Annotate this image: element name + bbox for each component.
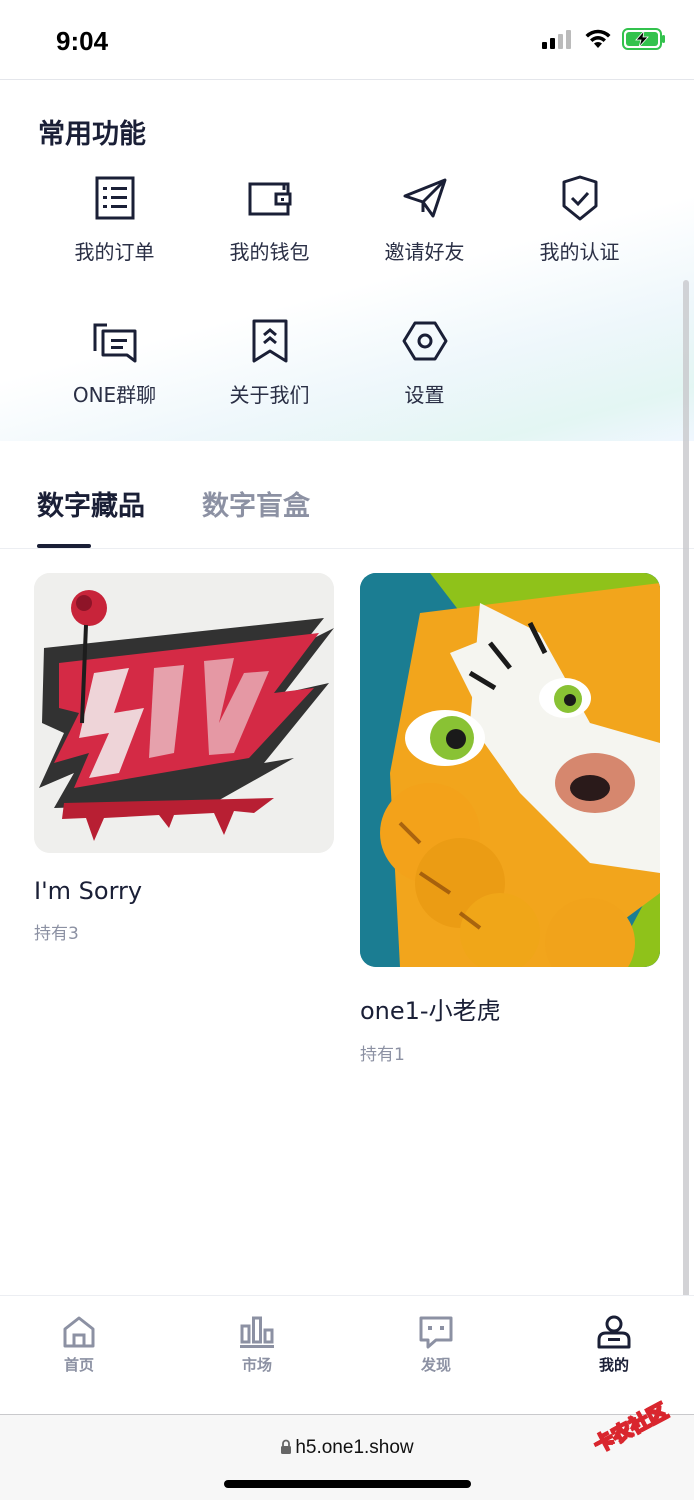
function-about-us[interactable]: 关于我们: [192, 311, 347, 431]
wifi-icon: [585, 29, 611, 48]
function-label: 我的认证: [539, 240, 620, 264]
function-my-verification[interactable]: 我的认证: [502, 168, 657, 288]
url-display[interactable]: h5.one1.show: [0, 1437, 694, 1459]
nav-label: 首页: [63, 1356, 94, 1374]
paper-plane-icon: [403, 178, 446, 218]
nav-label: 发现: [420, 1356, 451, 1374]
scrollbar[interactable]: [683, 280, 689, 1410]
browser-address-bar[interactable]: h5.one1.show: [0, 1414, 694, 1500]
nav-home[interactable]: 首页: [29, 1314, 129, 1375]
function-label: 设置: [404, 383, 445, 407]
nav-label: 市场: [241, 1356, 272, 1374]
function-label: 我的钱包: [229, 240, 310, 264]
status-time: 9:04: [56, 26, 109, 56]
common-functions-title: 常用功能: [38, 119, 146, 150]
function-label: ONE群聊: [72, 383, 157, 407]
market-chart-icon: [240, 1316, 274, 1348]
nav-mine[interactable]: 我的: [564, 1314, 664, 1375]
collection-tabs: 数字藏品 数字盲盒: [0, 476, 694, 549]
bottom-navigation: 首页 市场 发现 我的: [0, 1295, 694, 1413]
home-icon: [63, 1316, 95, 1348]
nav-label: 我的: [598, 1356, 629, 1374]
status-icons: [542, 28, 666, 50]
collectible-holding-count: 持有1: [360, 1045, 405, 1065]
shield-check-icon: [562, 175, 597, 221]
function-one-group-chat[interactable]: ONE群聊: [37, 311, 192, 431]
active-tab-indicator: [37, 544, 91, 548]
sorry-artwork: [34, 573, 334, 853]
nav-market[interactable]: 市场: [207, 1314, 307, 1375]
tiger-artwork: [360, 573, 660, 967]
tab-digital-collectibles[interactable]: 数字藏品: [37, 484, 145, 523]
function-label: 邀请好友: [384, 240, 465, 264]
tab-digital-blind-box[interactable]: 数字盲盒: [202, 484, 310, 523]
group-chat-icon: [93, 323, 136, 363]
collectible-name: I'm Sorry: [34, 877, 143, 905]
collectible-image: [360, 573, 660, 967]
nav-discover[interactable]: 发现: [386, 1314, 486, 1375]
lock-icon: [281, 1439, 292, 1454]
collectible-name: one1-小老虎: [360, 997, 501, 1025]
discover-chat-icon: [419, 1316, 453, 1349]
function-label: 关于我们: [229, 383, 310, 407]
battery-charging-icon: [622, 28, 665, 50]
collectible-image: [34, 573, 334, 853]
bookmark-icon: [252, 319, 287, 363]
status-bar: 9:04: [0, 0, 694, 80]
order-list-icon: [95, 176, 134, 220]
function-label: 我的订单: [74, 240, 155, 264]
profile-icon: [597, 1315, 631, 1349]
hexagon-settings-icon: [402, 321, 447, 361]
collectible-card[interactable]: I'm Sorry 持有3: [34, 573, 334, 944]
collectible-card[interactable]: one1-小老虎 持有1: [360, 573, 660, 1065]
wallet-icon: [248, 182, 291, 216]
function-invite-friends[interactable]: 邀请好友: [347, 168, 502, 288]
function-my-orders[interactable]: 我的订单: [37, 168, 192, 288]
home-indicator[interactable]: [224, 1480, 471, 1488]
collectible-holding-count: 持有3: [34, 924, 79, 944]
url-text: h5.one1.show: [295, 1437, 414, 1458]
cellular-signal-icon: [542, 30, 571, 49]
function-settings[interactable]: 设置: [347, 311, 502, 431]
function-my-wallet[interactable]: 我的钱包: [192, 168, 347, 288]
